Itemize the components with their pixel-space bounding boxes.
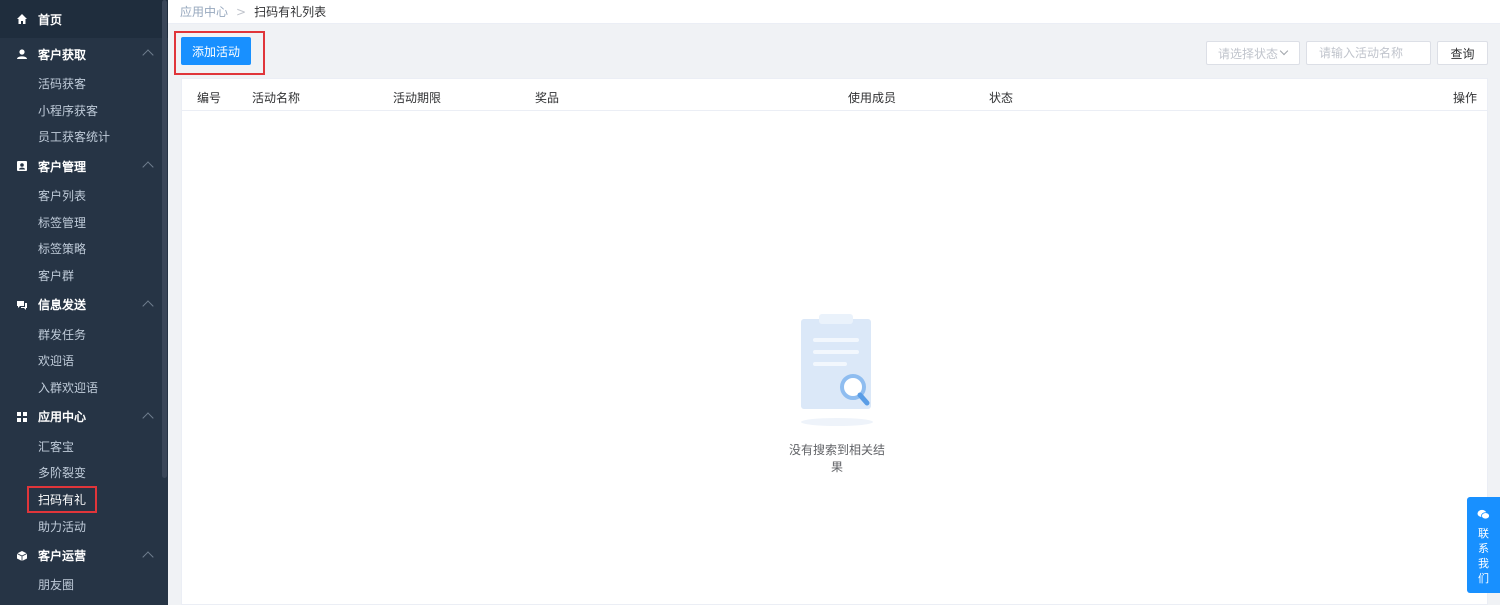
sidebar-item-welcome[interactable]: 欢迎语: [0, 348, 168, 375]
sidebar-group-app-center[interactable]: 应用中心: [0, 401, 168, 433]
sidebar-item-home[interactable]: 首页: [0, 0, 168, 38]
sidebar-item-label: 入群欢迎语: [38, 381, 99, 396]
chevron-up-icon: [142, 161, 154, 173]
user-icon: [17, 49, 27, 59]
sidebar-item-moments[interactable]: 朋友圈: [0, 572, 168, 599]
breadcrumb-current: 扫码有礼列表: [254, 5, 327, 19]
column-header-id: 编号: [197, 91, 222, 105]
sidebar-group-customer-acquisition[interactable]: 客户获取: [0, 38, 168, 70]
sidebar-item-label: 扫码有礼: [27, 486, 98, 514]
sidebar-item-tag-strategy[interactable]: 标签策略: [0, 235, 168, 262]
contact-card-icon: [17, 161, 27, 172]
add-activity-button[interactable]: 添加活动: [181, 37, 251, 65]
contact-us-button[interactable]: 联 系 我 们: [1467, 497, 1500, 593]
sidebar-item-label: 标签管理: [38, 215, 87, 230]
breadcrumb-parent[interactable]: 应用中心: [180, 3, 228, 20]
contact-char: 我: [1478, 557, 1489, 570]
sidebar-item-label: 助力活动: [38, 519, 87, 534]
query-button[interactable]: 查询: [1437, 41, 1488, 65]
empty-state-text: 没有搜索到相关结果: [788, 443, 885, 474]
grid-icon: [17, 411, 27, 422]
column-header-actions: 操作: [1453, 91, 1478, 105]
sidebar-item-customer-group[interactable]: 客户群: [0, 262, 168, 289]
breadcrumb: 应用中心 > 扫码有礼列表: [168, 0, 1500, 24]
home-icon: [17, 14, 27, 24]
activity-name-input[interactable]: [1306, 41, 1431, 65]
sidebar-group-label: 信息发送: [38, 298, 87, 313]
sidebar-item-live-code[interactable]: 活码获客: [0, 70, 168, 97]
sidebar-group-messaging[interactable]: 信息发送: [0, 289, 168, 321]
sidebar-group-label: 客户运营: [38, 549, 87, 564]
sidebar-group-label: 客户获取: [38, 47, 87, 62]
breadcrumb-separator: >: [236, 4, 247, 19]
sidebar-item-label: 朋友圈: [38, 578, 75, 593]
sidebar-item-mass-send[interactable]: 群发任务: [0, 321, 168, 348]
column-header-prize: 奖品: [535, 91, 560, 105]
column-header-status: 状态: [989, 91, 1014, 105]
sidebar-item-label: 群发任务: [38, 327, 87, 342]
column-header-period: 活动期限: [393, 91, 442, 105]
chevron-up-icon: [142, 49, 154, 61]
sidebar-item-miniprogram[interactable]: 小程序获客: [0, 97, 168, 124]
chevron-up-icon: [142, 412, 154, 424]
chevron-up-icon: [142, 550, 154, 563]
sidebar-item-label: 多阶裂变: [38, 466, 87, 481]
column-header-members: 使用成员: [848, 91, 897, 105]
contact-char: 联: [1478, 527, 1489, 540]
sidebar: 首页 客户获取 活码获客 小程序获客 员工获客统计 客户管理 客户列表 标签管理…: [0, 0, 168, 605]
sidebar-item-staff-stats[interactable]: 员工获客统计: [0, 123, 168, 150]
sidebar-item-label: 欢迎语: [38, 354, 75, 369]
sidebar-item-label: 员工获客统计: [38, 130, 111, 145]
sidebar-item-label: 标签策略: [38, 242, 87, 257]
cube-icon: [16, 550, 28, 561]
contact-char: 系: [1478, 542, 1489, 555]
activity-table: 编号 活动名称 活动期限 奖品 使用成员 状态 操作 没有搜索到相关结果: [181, 78, 1488, 605]
chevron-up-icon: [142, 300, 154, 312]
sidebar-item-label: 汇客宝: [38, 439, 75, 454]
wechat-icon: [1477, 509, 1490, 520]
sidebar-group-label: 客户管理: [38, 159, 87, 174]
sidebar-item-scan-gift[interactable]: 扫码有礼: [0, 486, 168, 514]
sidebar-item-boost-activity[interactable]: 助力活动: [0, 513, 168, 540]
sidebar-item-label: 活码获客: [38, 76, 87, 91]
sidebar-item-tag-management[interactable]: 标签管理: [0, 209, 168, 236]
sidebar-item-huikebao[interactable]: 汇客宝: [0, 433, 168, 460]
empty-clipboard-icon: [801, 314, 873, 426]
table-header: 编号 活动名称 活动期限 奖品 使用成员 状态 操作: [182, 79, 1487, 111]
sidebar-item-customer-list[interactable]: 客户列表: [0, 182, 168, 209]
sidebar-item-multi-fission[interactable]: 多阶裂变: [0, 460, 168, 487]
sidebar-item-label: 小程序获客: [38, 103, 99, 118]
chat-icon: [17, 300, 27, 310]
column-header-name: 活动名称: [252, 91, 301, 105]
contact-char: 们: [1478, 572, 1489, 585]
sidebar-item-label: 客户群: [38, 268, 75, 283]
sidebar-home-label: 首页: [38, 12, 63, 27]
chevron-down-icon: [1279, 46, 1289, 56]
status-select[interactable]: 请选择状态: [1206, 41, 1300, 65]
sidebar-group-label: 应用中心: [38, 410, 87, 425]
sidebar-group-customer-operation[interactable]: 客户运营: [0, 540, 168, 572]
sidebar-item-label: 客户列表: [38, 188, 87, 203]
status-select-placeholder: 请选择状态: [1218, 46, 1279, 61]
sidebar-item-group-welcome[interactable]: 入群欢迎语: [0, 374, 168, 401]
sidebar-group-customer-management[interactable]: 客户管理: [0, 150, 168, 182]
